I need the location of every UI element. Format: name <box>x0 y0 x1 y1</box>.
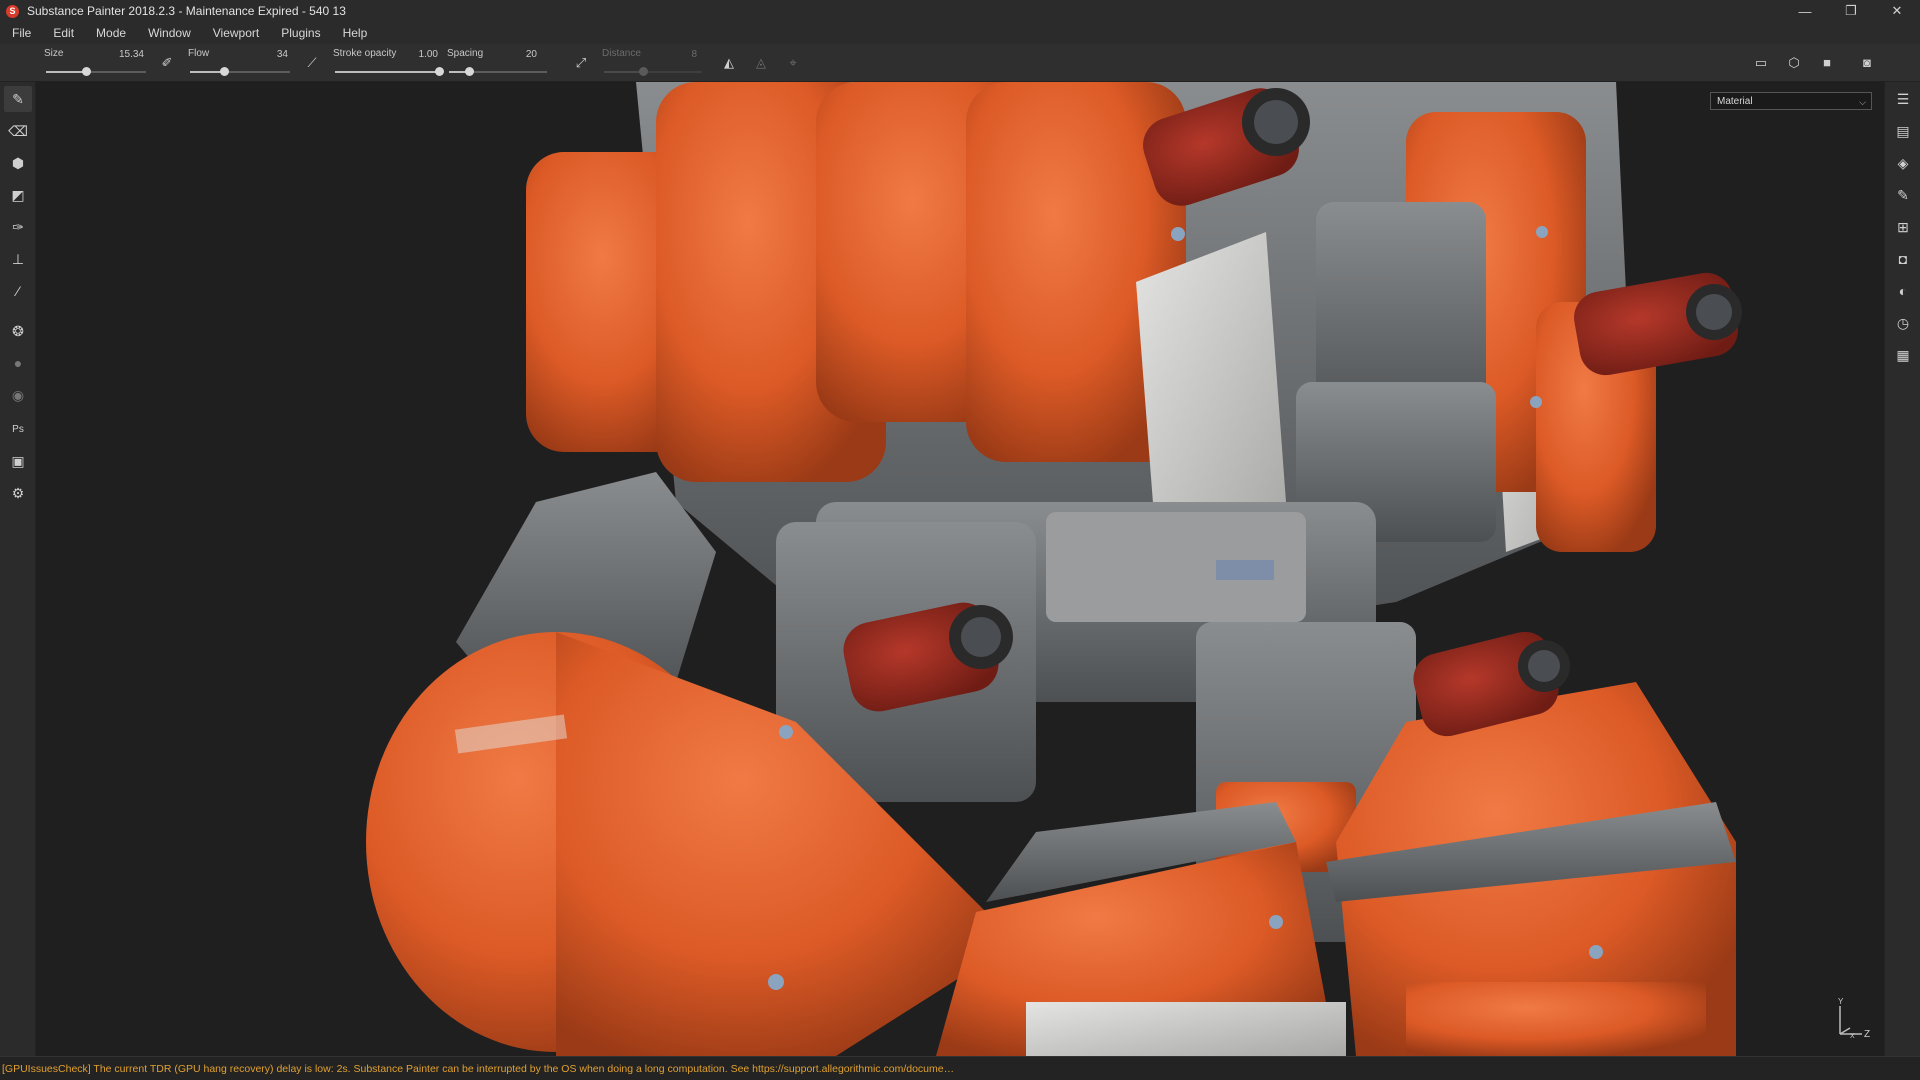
camera-icon[interactable]: ■ <box>1818 54 1836 72</box>
menu-mode[interactable]: Mode <box>88 26 140 40</box>
stroke-opacity-slider[interactable] <box>335 67 444 76</box>
spacing-value[interactable]: 20 <box>497 49 537 60</box>
bake-icon[interactable]: ❂ <box>4 318 32 344</box>
restore-button[interactable]: ❐ <box>1828 0 1874 22</box>
view-2d-icon[interactable]: ▭ <box>1752 54 1770 72</box>
status-bar: [GPUIssuesCheck] The current TDR (GPU ha… <box>0 1056 1920 1080</box>
polygon-fill-icon[interactable]: ◩ <box>4 182 32 208</box>
3d-viewport[interactable]: Material ⌵ Y Z X <box>36 82 1884 1056</box>
flow-slider-handle[interactable] <box>220 67 229 76</box>
line-stroke-icon[interactable]: ⟋ <box>303 54 321 72</box>
texture-set-list-icon[interactable]: ▤ <box>1889 118 1917 144</box>
left-tool-bar: ✎ ⌫ ⬢ ◩ ✑ ⊥ ⁄ ❂ ● ◉ Ps ▣ ⚙ <box>0 82 36 1056</box>
size-label: Size <box>44 48 64 59</box>
axis-gizmo: Y Z X <box>1832 997 1876 1042</box>
screenshot-icon[interactable]: ◙ <box>1858 54 1876 72</box>
robot-model-render <box>36 82 1884 1056</box>
distance-value: 8 <box>691 49 697 60</box>
menu-window[interactable]: Window <box>140 26 205 40</box>
log-icon[interactable]: ▦ <box>1889 342 1917 368</box>
distance-label: Distance <box>602 48 641 59</box>
flow-control: Flow 34 <box>188 44 298 82</box>
menu-help[interactable]: Help <box>335 26 382 40</box>
history-icon[interactable]: ◷ <box>1889 310 1917 336</box>
flow-label: Flow <box>188 48 210 59</box>
flow-value[interactable]: 34 <box>248 49 288 60</box>
symmetry-icon[interactable]: ◭ <box>720 54 738 72</box>
spacing-label: Spacing <box>447 48 484 59</box>
spacing-slider[interactable] <box>449 67 547 76</box>
viewport-channel-value: Material <box>1717 96 1753 107</box>
photoshop-export-icon[interactable]: Ps <box>4 416 32 442</box>
size-value[interactable]: 15.34 <box>104 49 144 60</box>
menu-viewport[interactable]: Viewport <box>205 26 273 40</box>
eraser-icon[interactable]: ⌫ <box>4 118 32 144</box>
settings-icon[interactable]: ⚙ <box>4 480 32 506</box>
view-3d-icon[interactable]: ⬡ <box>1785 54 1803 72</box>
minimize-button[interactable]: — <box>1782 0 1828 22</box>
color-picker-icon[interactable]: ⁄ <box>4 278 32 304</box>
texture-set-settings-icon[interactable]: ◈ <box>1889 150 1917 176</box>
close-button[interactable]: ✕ <box>1874 0 1920 22</box>
title-bar: S Substance Painter 2018.2.3 - Maintenan… <box>0 0 1920 22</box>
stroke-opacity-control: Stroke opacity 1.00 <box>333 44 444 82</box>
tool-properties-bar: Size 15.34 ✐ Flow 34 ⟋ Stroke opacity 1.… <box>0 44 1920 82</box>
right-panel-bar: ☰ ▤ ◈ ✎ ⊞ ◘ ◐ ◷ ▦ <box>1884 82 1920 1056</box>
particle-icon[interactable]: ● <box>4 350 32 376</box>
lazy-mouse-icon[interactable]: ⤢ <box>572 54 590 72</box>
menu-bar: File Edit Mode Window Viewport Plugins H… <box>0 22 1920 44</box>
brush-alpha-icon[interactable]: ✐ <box>158 54 176 72</box>
display-settings-icon[interactable]: ◘ <box>1889 246 1917 272</box>
export-icon[interactable]: ▣ <box>4 448 32 474</box>
size-slider[interactable] <box>46 67 146 76</box>
spacing-control: Spacing 20 <box>447 44 547 82</box>
window-title: Substance Painter 2018.2.3 - Maintenance… <box>27 4 346 18</box>
window-controls: — ❐ ✕ <box>1782 0 1920 22</box>
axis-x-label: X <box>1850 1033 1855 1040</box>
projection-icon[interactable]: ⬢ <box>4 150 32 176</box>
spacing-slider-handle[interactable] <box>464 67 474 76</box>
distance-slider-handle <box>639 67 649 76</box>
stroke-opacity-slider-handle[interactable] <box>435 67 444 76</box>
axis-z-label: Z <box>1864 1029 1870 1040</box>
menu-file[interactable]: File <box>4 26 45 40</box>
symmetry-mirror-icon[interactable]: ◬ <box>752 54 770 72</box>
axis-y-label: Y <box>1838 998 1844 1006</box>
menu-plugins[interactable]: Plugins <box>273 26 334 40</box>
distance-control: Distance 8 <box>602 44 702 82</box>
stroke-opacity-value[interactable]: 1.00 <box>398 49 438 60</box>
size-control: Size 15.34 <box>44 44 154 82</box>
properties-icon[interactable]: ✎ <box>1889 182 1917 208</box>
menu-edit[interactable]: Edit <box>45 26 88 40</box>
shelf-icon[interactable]: ⊞ <box>1889 214 1917 240</box>
status-warning-message[interactable]: [GPUIssuesCheck] The current TDR (GPU ha… <box>2 1063 954 1075</box>
viewport-channel-dropdown[interactable]: Material ⌵ <box>1710 92 1872 110</box>
flow-slider[interactable] <box>190 67 290 76</box>
size-slider-handle[interactable] <box>82 67 91 76</box>
smudge-icon[interactable]: ✑ <box>4 214 32 240</box>
geometry-mask-icon[interactable]: ◉ <box>4 382 32 408</box>
paint-brush-icon[interactable]: ✎ <box>4 86 32 112</box>
clone-stamp-icon[interactable]: ⊥ <box>4 246 32 272</box>
distance-slider <box>604 67 702 76</box>
shader-settings-icon[interactable]: ◐ <box>1889 278 1917 304</box>
chevron-down-icon: ⌵ <box>1859 97 1866 107</box>
layers-panel-icon[interactable]: ☰ <box>1889 86 1917 112</box>
substance-painter-logo-icon: S <box>6 4 19 18</box>
stroke-opacity-label: Stroke opacity <box>333 48 397 59</box>
symmetry-options-icon[interactable]: ⌖ <box>784 54 802 72</box>
